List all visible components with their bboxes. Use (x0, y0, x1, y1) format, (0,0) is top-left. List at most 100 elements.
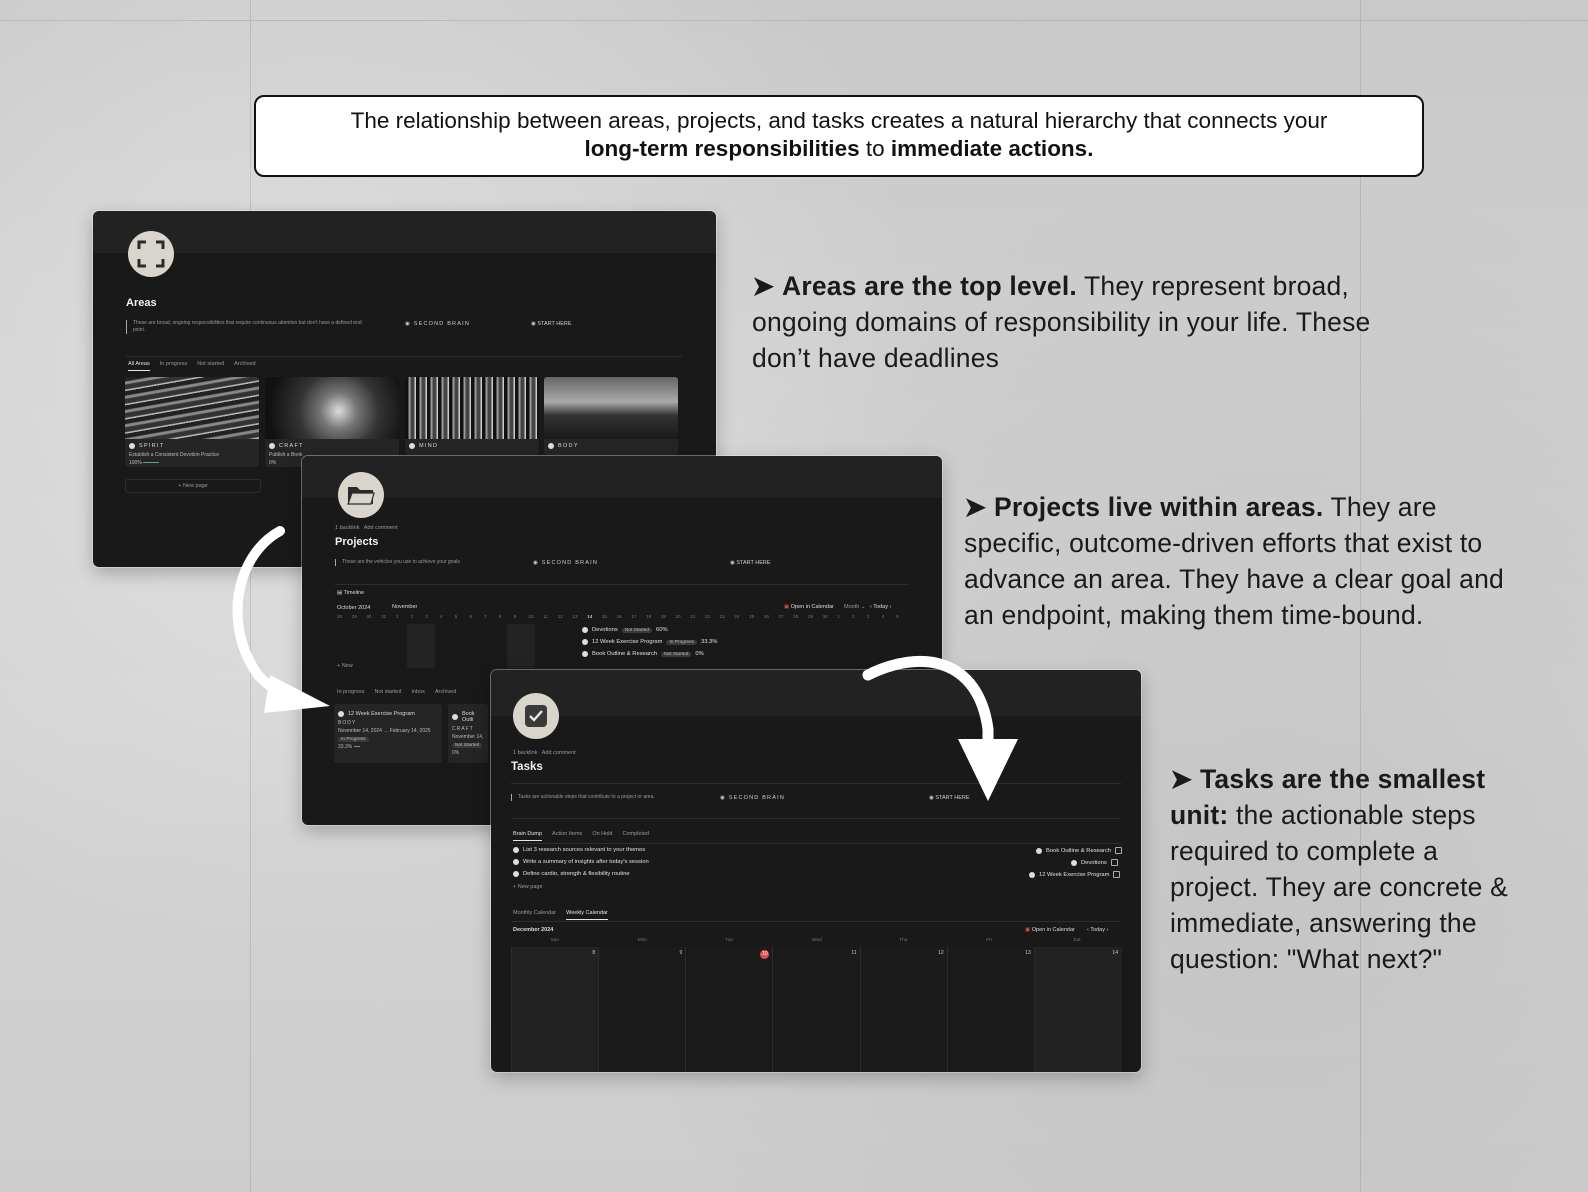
backlink-label[interactable]: 1 backlink (335, 525, 359, 531)
progress-bar (353, 745, 360, 748)
tab-not-started[interactable]: Not started (197, 361, 224, 371)
area-card-body[interactable]: BODY (544, 377, 678, 455)
day-column[interactable]: 13 (946, 947, 1035, 1072)
task-icon (513, 871, 519, 877)
weekday-header: Tue (724, 938, 733, 943)
second-brain-link[interactable]: ◉ SECOND BRAIN (405, 321, 470, 327)
tab-archived[interactable]: Archived (234, 361, 255, 371)
project-card[interactable]: Book Outli CRAFT November 14, Not Starte… (448, 704, 488, 763)
task-project[interactable]: Devotions (1071, 859, 1118, 866)
new-page-button[interactable]: + New page (513, 884, 543, 890)
timeline-day: 20 (675, 614, 681, 619)
area-card-craft[interactable]: CRAFT Publish a Book 0% (265, 377, 399, 467)
task-project[interactable]: Book Outline & Research (1036, 847, 1123, 854)
divider (511, 921, 1121, 922)
weekday-header: Fri (986, 938, 992, 943)
task-row[interactable]: List 3 research sources relevant to your… (513, 847, 645, 853)
tab-weekly-calendar[interactable]: Weekly Calendar (566, 910, 608, 920)
tab-on-hold[interactable]: On Hold (592, 831, 612, 841)
day-column[interactable]: 10 (685, 947, 774, 1072)
divider (126, 356, 682, 357)
today-button[interactable]: ‹ Today › (1087, 927, 1108, 933)
tab-brain-dump[interactable]: Brain Dump (513, 831, 543, 841)
new-page-button[interactable]: + New page (125, 479, 261, 493)
add-comment-label[interactable]: Add comment (542, 750, 576, 756)
timeline-day: 1 (837, 614, 840, 619)
backlink-label[interactable]: 1 backlink (513, 750, 537, 756)
timeline-day: 30 (366, 614, 372, 619)
project-icon (582, 627, 588, 633)
progress-value: 100% (129, 460, 142, 466)
start-here-link[interactable]: ◉ START HERE (730, 560, 771, 566)
timeline-month-2: November (392, 604, 418, 610)
tab-monthly-calendar[interactable]: Monthly Calendar (513, 910, 556, 920)
timeline-day: 19 (660, 614, 666, 619)
month-select[interactable]: Month ⌄ (844, 604, 865, 610)
card-title: SPIRIT (139, 443, 165, 449)
card-name: Book Outli (448, 707, 488, 725)
progress-value: 33.3% (700, 639, 718, 645)
intro-bold-1: long-term responsibilities (584, 136, 860, 161)
project-card[interactable]: 12 Week Exercise Program BODY November 1… (334, 704, 442, 763)
page-title: Tasks (511, 761, 543, 773)
status-badge: Not Started (452, 743, 483, 748)
timeline-day: 26 (763, 614, 769, 619)
timeline-day: 3 (425, 614, 428, 619)
tab-in-progress[interactable]: In progress (337, 689, 365, 695)
timeline-day: 8 (498, 614, 502, 619)
new-button[interactable]: + New (337, 663, 353, 669)
timeline-day: 7 (484, 614, 487, 619)
day-column[interactable]: 14 (1033, 947, 1122, 1072)
tab-not-started[interactable]: Not started (375, 689, 402, 695)
open-in-calendar-button[interactable]: ▣ Open in Calendar (1025, 927, 1075, 933)
timeline-day: 14 (587, 614, 593, 619)
link-label: START HERE (736, 560, 771, 566)
weekly-calendar: Sun 8 Mon 9 Tue 10 Wed 11 Thu 12 Fri 13 Sat 14 (511, 938, 1122, 1072)
task-checkbox[interactable] (1115, 847, 1123, 854)
tab-archived[interactable]: Archived (435, 689, 456, 695)
task-project[interactable]: 12 Week Exercise Program (1029, 871, 1121, 878)
second-brain-link[interactable]: ◉ SECOND BRAIN (720, 795, 785, 801)
bullet-arrow-icon: ➤ (752, 271, 775, 301)
timeline-row[interactable]: Book Outline & Research Not Started 0% (582, 651, 704, 657)
start-here-link[interactable]: ◉ START HERE (531, 321, 572, 327)
day-column[interactable]: 8 (511, 947, 600, 1072)
intro-line: The relationship between areas, projects… (350, 108, 1328, 133)
tab-in-progress[interactable]: In progress (160, 361, 188, 371)
timeline-row[interactable]: 12 Week Exercise Program In Progress 33.3% (582, 639, 717, 645)
timeline-row[interactable]: Devotions Not Started 60% (582, 627, 668, 633)
area-card-spirit[interactable]: SPIRIT Establish a Consistent Devotion P… (125, 377, 259, 467)
timeline-day: 9 (513, 614, 517, 619)
folder-icon (338, 472, 384, 518)
add-comment-label[interactable]: Add comment (364, 525, 398, 531)
day-column[interactable]: 11 (772, 947, 861, 1072)
card-title: Book Outli (462, 711, 475, 723)
day-number: 8 (592, 950, 596, 956)
page-title: Areas (126, 297, 157, 309)
task-row[interactable]: Define cardio, strength & flexibility ro… (513, 871, 630, 877)
calendar-tabs: Monthly Calendar Weekly Calendar (513, 910, 608, 920)
card-dates: November 14, (452, 734, 484, 740)
tab-all-areas[interactable]: All Areas (128, 361, 150, 371)
task-row[interactable]: Write a summary of insights after today'… (513, 859, 649, 865)
task-checkbox[interactable] (1113, 871, 1121, 878)
area-card-mind[interactable]: MIND (405, 377, 539, 455)
progress-value: 0% (695, 651, 704, 657)
tab-completed[interactable]: Completed (623, 831, 650, 841)
open-in-calendar-button[interactable]: ▣ Open in Calendar (784, 604, 834, 610)
timeline-day: 11 (543, 614, 548, 619)
day-column[interactable]: 12 (859, 947, 948, 1072)
card-progress: 33.3% (334, 743, 442, 751)
tab-action-items[interactable]: Action Items (552, 831, 582, 841)
area-icon (409, 443, 415, 449)
today-button[interactable]: ‹ Today › (870, 604, 891, 610)
select-value: Month (844, 604, 860, 610)
card-name: MIND (405, 439, 539, 451)
second-brain-link[interactable]: ◉ SECOND BRAIN (533, 560, 598, 566)
day-column[interactable]: 9 (598, 947, 687, 1072)
timeline-day: 28 (793, 614, 799, 619)
timeline-day: 6 (469, 614, 472, 619)
timeline-tab[interactable]: ▤ Timeline (337, 590, 364, 596)
tab-inbox[interactable]: Inbox (411, 689, 424, 695)
task-checkbox[interactable] (1110, 859, 1118, 866)
